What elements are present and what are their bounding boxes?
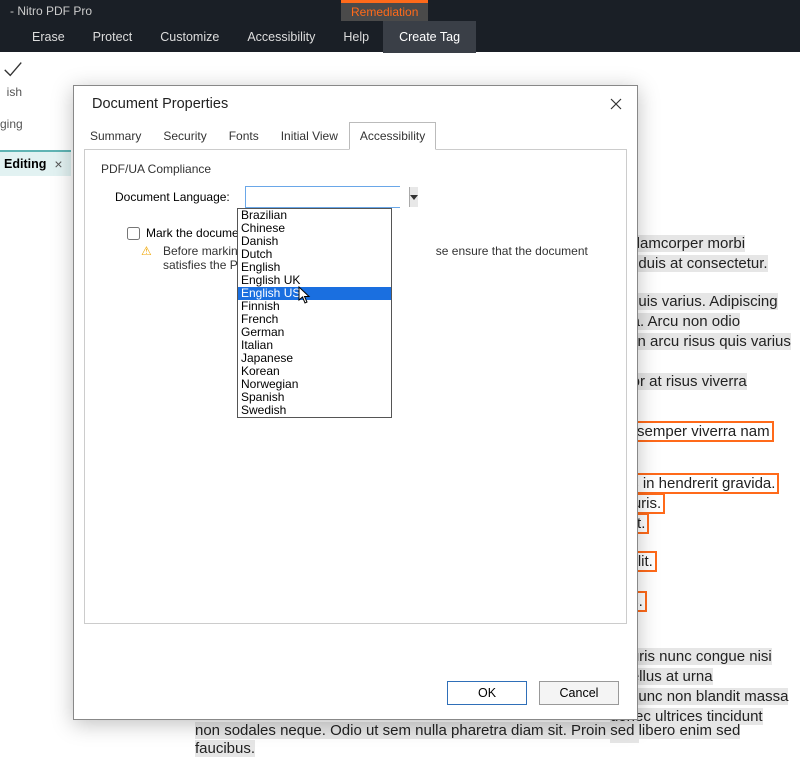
- menu-help[interactable]: Help: [329, 24, 383, 50]
- warning-icon: ⚠: [141, 244, 155, 272]
- left-tool-column: ish ging: [0, 52, 45, 152]
- menu-create-tag[interactable]: Create Tag: [383, 21, 476, 53]
- close-icon[interactable]: ×: [54, 156, 62, 172]
- ribbon-menu: Erase Protect Customize Accessibility He…: [0, 22, 800, 52]
- tab-initial-view[interactable]: Initial View: [270, 122, 349, 150]
- check-icon[interactable]: [2, 58, 24, 80]
- app-ribbon: - Nitro PDF Pro Remediation Erase Protec…: [0, 0, 800, 52]
- section-pdfua: PDF/UA Compliance: [101, 162, 610, 176]
- tab-summary[interactable]: Summary: [79, 122, 152, 150]
- language-dropdown-list[interactable]: BrazilianChineseDanishDutchEnglishEnglis…: [237, 208, 392, 418]
- menu-erase[interactable]: Erase: [18, 24, 79, 50]
- dialog-button-row: OK Cancel: [74, 667, 637, 719]
- tool-stub-1: ish: [0, 82, 22, 102]
- ok-button[interactable]: OK: [447, 681, 527, 705]
- menu-customize[interactable]: Customize: [146, 24, 233, 50]
- title-bar: - Nitro PDF Pro Remediation: [0, 0, 800, 22]
- language-option[interactable]: Swedish: [238, 404, 391, 417]
- dialog-titlebar: Document Properties: [74, 86, 637, 122]
- dialog-tabstrip: Summary Security Fonts Initial View Acce…: [74, 122, 637, 150]
- tab-security[interactable]: Security: [152, 122, 217, 150]
- dialog-title: Document Properties: [92, 96, 228, 112]
- app-title: - Nitro PDF Pro: [10, 4, 92, 18]
- tool-stub-2: ging: [0, 114, 22, 134]
- editing-tab-label: Editing: [4, 157, 46, 171]
- chevron-down-icon[interactable]: [409, 187, 418, 207]
- document-language-label: Document Language:: [115, 190, 235, 204]
- dialog-close-button[interactable]: [609, 97, 623, 111]
- tab-accessibility[interactable]: Accessibility: [349, 122, 436, 150]
- mode-tab-editing[interactable]: Editing ×: [0, 150, 71, 176]
- document-language-combo[interactable]: [245, 186, 400, 208]
- menu-accessibility[interactable]: Accessibility: [233, 24, 329, 50]
- mark-pdfua-checkbox[interactable]: [127, 227, 140, 240]
- context-tab-remediation[interactable]: Remediation: [341, 0, 428, 21]
- cancel-button[interactable]: Cancel: [539, 681, 619, 705]
- document-language-input[interactable]: [246, 187, 409, 207]
- menu-protect[interactable]: Protect: [79, 24, 147, 50]
- tab-fonts[interactable]: Fonts: [218, 122, 270, 150]
